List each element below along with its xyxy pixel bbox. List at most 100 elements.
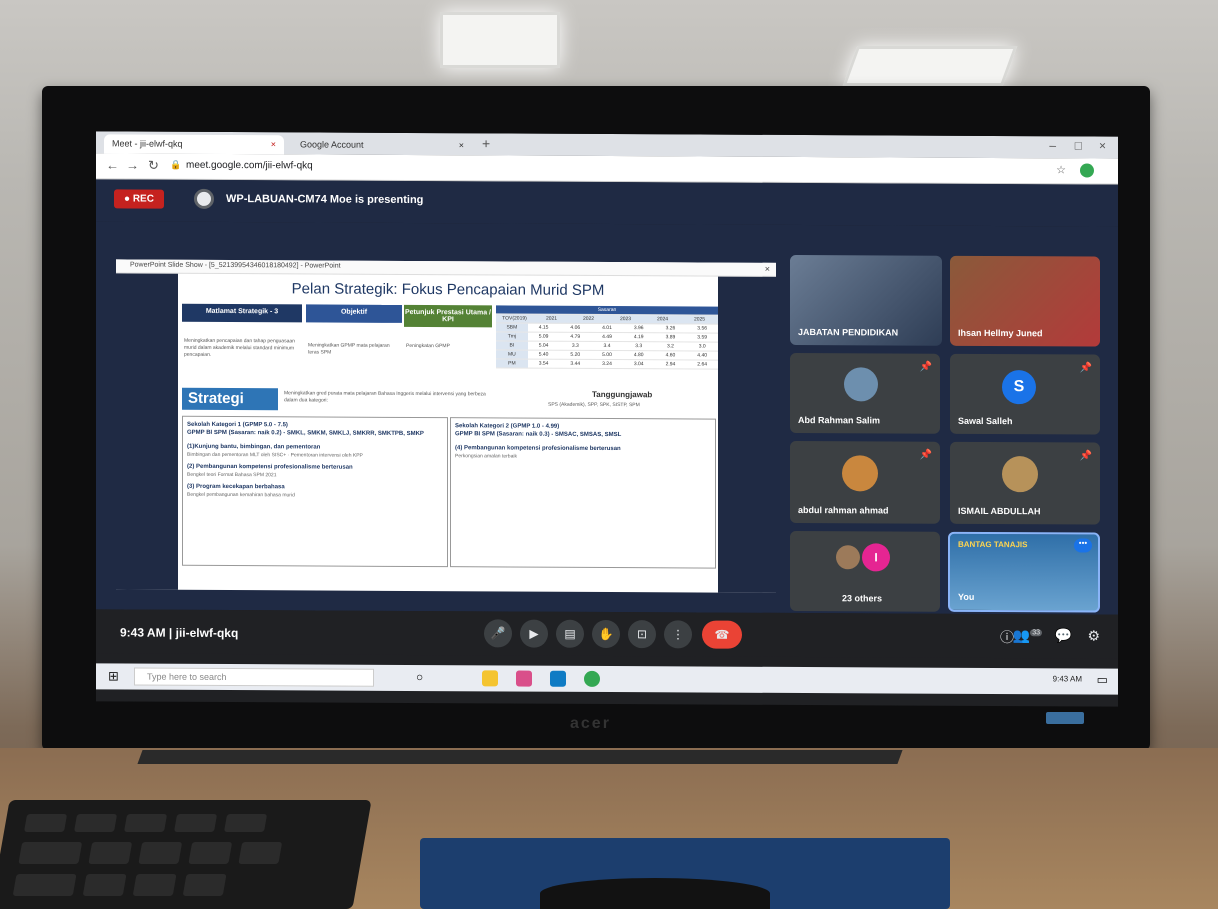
- slide-side-margin: [116, 273, 178, 590]
- sasaran-table: Sasaran TOV(2019) 2021 2022 2023 2024 20…: [496, 305, 718, 370]
- keyboard-key: [188, 842, 233, 864]
- presenter-avatar: [194, 188, 214, 209]
- microphone-button[interactable]: 🎤: [484, 619, 512, 648]
- participant-name: Ihsan Hellmy Juned: [958, 327, 1043, 339]
- new-tab-button[interactable]: +: [482, 135, 490, 151]
- keyboard-key: [18, 842, 83, 864]
- windows-start-icon[interactable]: ⊞: [108, 668, 119, 684]
- activities-icon[interactable]: ⚙: [1087, 628, 1100, 645]
- app-icon[interactable]: [516, 670, 532, 687]
- forward-icon[interactable]: →: [126, 157, 139, 172]
- close-icon[interactable]: ×: [459, 140, 464, 150]
- participant-photo: [1002, 456, 1038, 493]
- participant-name: JABATAN PENDIDIKAN: [798, 327, 899, 338]
- browser-chrome-icon[interactable]: [584, 670, 600, 687]
- table-cell: SBM: [496, 323, 528, 332]
- table-cell: Tmj: [496, 332, 528, 341]
- table-cell: 2.64: [697, 361, 708, 368]
- category-2-box: Sekolah Kategori 2 (GPMP 1.0 - 4.99) GPM…: [450, 417, 716, 569]
- notification-icon[interactable]: ▭: [1097, 673, 1108, 687]
- star-icon[interactable]: ☆: [1056, 163, 1066, 176]
- others-tile[interactable]: I 23 others: [790, 530, 940, 612]
- camera-button[interactable]: ▶: [520, 619, 548, 648]
- taskbar-search-input[interactable]: Type here to search: [134, 667, 374, 687]
- participant-name: ISMAIL ABDULLAH: [958, 505, 1041, 517]
- participant-tile[interactable]: 📌 Abd Rahman Salim: [790, 352, 940, 434]
- participant-tile[interactable]: 📌 ISMAIL ABDULLAH: [950, 441, 1100, 525]
- browser-tab-meet[interactable]: Meet - jii-elwf-qkq ×: [104, 134, 284, 155]
- table-cell: 5.40: [538, 351, 549, 358]
- power-button[interactable]: [1046, 712, 1084, 724]
- table-cell: 3.56: [697, 325, 708, 332]
- table-cell: 3.0: [698, 343, 706, 350]
- table-cell: 3.3: [571, 342, 579, 349]
- people-icon[interactable]: 👥 33: [1013, 627, 1042, 644]
- self-tile[interactable]: BANTAG TANAJIS ••• You: [948, 531, 1100, 613]
- table-cell: 3.96: [633, 325, 644, 332]
- pin-icon[interactable]: 📌: [1080, 362, 1092, 373]
- back-icon[interactable]: ←: [106, 157, 119, 172]
- keyboard-key: [12, 874, 77, 896]
- slide-side-margin: [718, 276, 776, 593]
- more-options-icon[interactable]: •••: [1074, 538, 1092, 553]
- participant-tile[interactable]: JABATAN PENDIDIKAN: [790, 254, 942, 346]
- box-item-sub: Bimbingan dan pementoran MLT oleh SISC+ …: [187, 451, 363, 459]
- recording-badge: ● REC: [114, 189, 164, 209]
- window-close-button[interactable]: ×: [765, 264, 770, 274]
- meet-bottom-bar: 9:43 AM | jii-elwf-qkq 🎤 ▶ ▤ ✋ ⊡ ⋮ ☎ ⓘ 👥…: [96, 609, 1118, 659]
- participant-avatar: S: [1002, 370, 1036, 405]
- box-item-sub: Bengkel pembangunan kemahiran bahasa mur…: [187, 491, 295, 499]
- captions-button[interactable]: ▤: [556, 619, 584, 648]
- participant-tile[interactable]: 📌 abdul rahman ahmad: [790, 440, 940, 524]
- ceiling-light: [842, 46, 1018, 86]
- task-view-icon[interactable]: ○: [416, 670, 423, 684]
- browser-tab-google-account[interactable]: Google Account ×: [292, 135, 472, 155]
- participant-photo: [836, 545, 860, 570]
- meeting-clock: 9:43 AM | jii-elwf-qkq: [120, 625, 239, 641]
- table-header-cell: 2021: [545, 315, 558, 322]
- present-button[interactable]: ⊡: [628, 620, 656, 649]
- file-explorer-icon[interactable]: [482, 670, 498, 687]
- reload-icon[interactable]: ↻: [148, 158, 159, 174]
- keyboard-key: [238, 842, 283, 864]
- keyboard: [0, 800, 372, 909]
- matlamat-text: Meningkatkan pencapaian dan tahap pengua…: [184, 337, 295, 358]
- pin-icon[interactable]: 📌: [1080, 450, 1092, 461]
- participant-tile[interactable]: Ihsan Hellmy Juned: [950, 255, 1100, 347]
- tab-label: Meet - jii-elwf-qkq: [112, 138, 183, 149]
- url-field[interactable]: meet.google.com/jii-elwf-qkq: [186, 160, 313, 172]
- close-icon[interactable]: ×: [271, 139, 276, 149]
- table-cell: 5.20: [570, 351, 581, 358]
- raise-hand-button[interactable]: ✋: [592, 619, 620, 649]
- objektif-text: Meningkatkan GPMP mata pelajaran teras S…: [308, 342, 390, 356]
- more-options-button[interactable]: ⋮: [664, 620, 692, 649]
- window-minimize-button[interactable]: –: [1049, 138, 1056, 152]
- window-close-button[interactable]: ×: [1099, 139, 1106, 153]
- browser-edge-icon[interactable]: [550, 670, 566, 687]
- table-cell: 3.59: [697, 334, 708, 341]
- participant-count-badge: 33: [1030, 629, 1042, 637]
- strategi-text: Meningkatkan gred purata mata pelajaran …: [284, 390, 486, 404]
- participant-photo: [844, 367, 878, 402]
- box-item-sub: Perkongsian amalan terbaik: [455, 453, 517, 460]
- monitor-brand-logo: acer: [570, 715, 611, 732]
- participant-tile[interactable]: 📌 S Sawal Salleh: [950, 353, 1100, 435]
- lock-icon: 🔒: [170, 159, 182, 170]
- table-cell: 4.19: [633, 334, 644, 341]
- chat-icon[interactable]: 💬: [1055, 627, 1072, 644]
- header-matlamat: Matlamat Strategik - 3: [182, 303, 302, 323]
- table-cell: 4.60: [665, 352, 676, 359]
- box-subtitle: GPMP BI SPM (Sasaran: naik 0.2) - SMKL, …: [187, 429, 424, 438]
- pin-icon[interactable]: 📌: [920, 362, 932, 373]
- keyboard-key: [123, 814, 168, 832]
- pin-icon[interactable]: 📌: [920, 450, 932, 461]
- strategi-label: Strategi: [182, 387, 278, 411]
- window-maximize-button[interactable]: □: [1075, 138, 1082, 152]
- table-cell: 3.04: [633, 361, 644, 368]
- end-call-button[interactable]: ☎: [702, 620, 742, 649]
- keyboard-key: [173, 814, 218, 832]
- powerpoint-title-bar: PowerPoint Slide Show - [5_5213995434601…: [116, 259, 776, 277]
- table-cell: 3.24: [602, 360, 612, 368]
- keyboard-key: [23, 814, 68, 832]
- profile-avatar[interactable]: [1080, 163, 1094, 178]
